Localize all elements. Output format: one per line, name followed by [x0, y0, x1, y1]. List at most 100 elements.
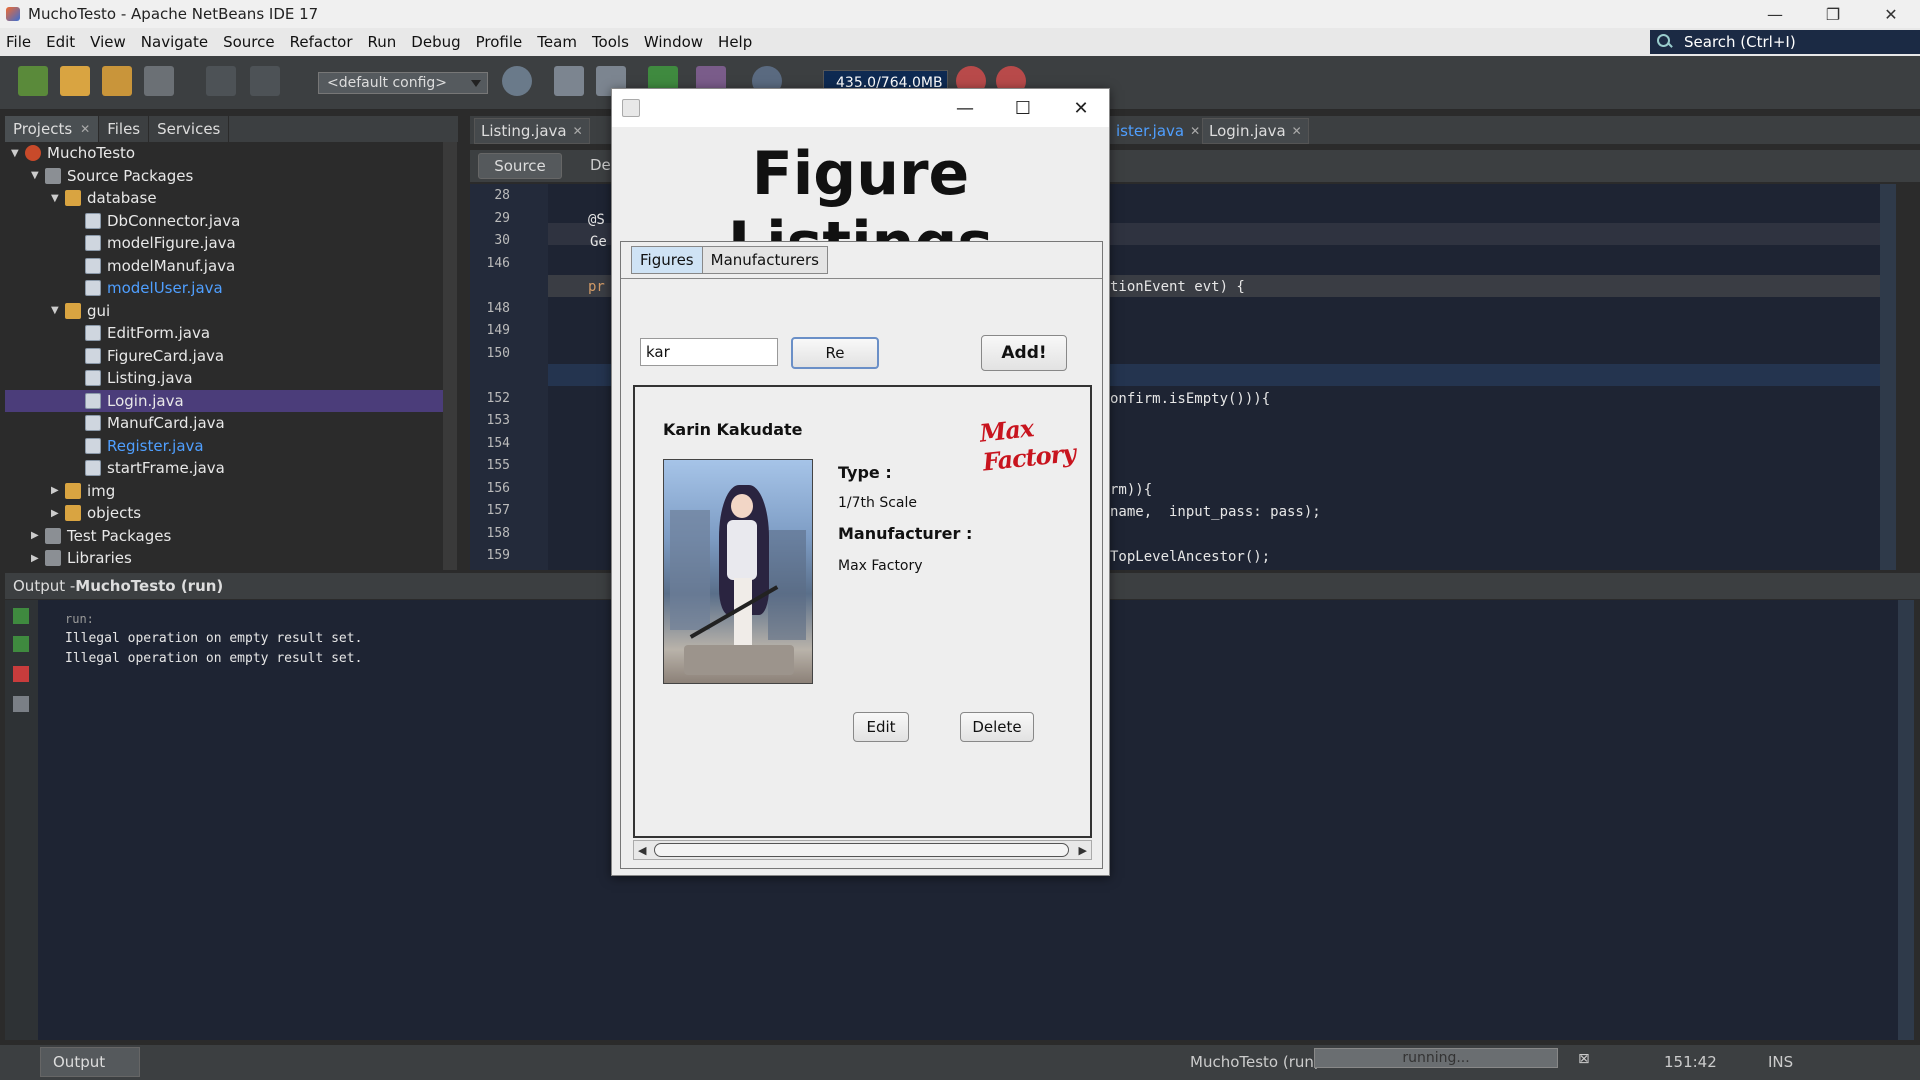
edit-button[interactable]: Edit: [853, 712, 909, 742]
minimize-button[interactable]: —: [1746, 0, 1804, 28]
figure-search-input[interactable]: kar: [640, 338, 778, 366]
tree-item[interactable]: startFrame.java: [5, 457, 443, 479]
menu-refactor[interactable]: Refactor: [284, 33, 362, 51]
type-label: Type :: [838, 463, 892, 482]
open-project-icon[interactable]: [102, 66, 132, 96]
menu-help[interactable]: Help: [712, 33, 761, 51]
code-annotation: @S: [588, 212, 605, 228]
menu-file[interactable]: File: [0, 33, 40, 51]
output-scrollbar[interactable]: [1898, 600, 1914, 1040]
menu-edit[interactable]: Edit: [40, 33, 84, 51]
menu-run[interactable]: Run: [362, 33, 406, 51]
tree-item[interactable]: ManufCard.java: [5, 412, 443, 434]
scrollbar-thumb[interactable]: [654, 843, 1069, 857]
menu-source[interactable]: Source: [217, 33, 284, 51]
design-view-button[interactable]: De: [590, 156, 611, 174]
menu-navigate[interactable]: Navigate: [135, 33, 217, 51]
expanded-triangle-icon[interactable]: ▼: [51, 193, 65, 204]
tree-item[interactable]: ▶ Libraries: [5, 547, 443, 569]
tab-projects[interactable]: Projects ✕: [5, 116, 100, 142]
tab-figures[interactable]: Figures: [631, 246, 703, 274]
redo-icon[interactable]: [250, 66, 280, 96]
close-icon[interactable]: ✕: [1190, 124, 1200, 138]
dialog-close-button[interactable]: ✕: [1066, 93, 1096, 123]
dialog-titlebar: — ☐ ✕: [612, 89, 1109, 127]
tree-item[interactable]: ▼ gui: [5, 300, 443, 322]
rerun-with-options-icon[interactable]: [13, 636, 29, 652]
expanded-triangle-icon[interactable]: ▼: [31, 170, 45, 181]
close-icon[interactable]: ✕: [80, 122, 90, 136]
restore-button[interactable]: ❐: [1804, 0, 1862, 28]
form-icon: [85, 392, 101, 409]
project-tree-scrollbar[interactable]: [443, 142, 457, 570]
tree-item[interactable]: Listing.java: [5, 367, 443, 389]
collapsed-triangle-icon[interactable]: ▶: [51, 508, 65, 519]
add-button[interactable]: Add!: [981, 335, 1067, 371]
tree-item[interactable]: ▼ MuchoTesto: [5, 142, 443, 164]
close-icon[interactable]: ✕: [573, 124, 583, 138]
rerun-icon[interactable]: [13, 608, 29, 624]
globe-icon[interactable]: [502, 66, 532, 96]
horizontal-scrollbar[interactable]: ◀ ▶: [633, 840, 1092, 860]
tree-item-label: gui: [87, 301, 111, 320]
expanded-triangle-icon[interactable]: ▼: [11, 148, 25, 159]
stop-icon[interactable]: [13, 666, 29, 682]
output-window-tab[interactable]: Output: [40, 1047, 140, 1077]
tree-item[interactable]: DbConnector.java: [5, 210, 443, 232]
tree-item[interactable]: EditForm.java: [5, 322, 443, 344]
menu-team[interactable]: Team: [531, 33, 586, 51]
menu-window[interactable]: Window: [638, 33, 712, 51]
tree-item-label: img: [87, 481, 116, 500]
scroll-left-icon[interactable]: ◀: [638, 844, 646, 857]
collapsed-triangle-icon[interactable]: ▶: [31, 553, 45, 564]
settings-icon[interactable]: [13, 696, 29, 712]
tree-item[interactable]: modelUser.java: [5, 277, 443, 299]
tab-files[interactable]: Files: [99, 116, 150, 142]
tree-item[interactable]: ▼ Source Packages: [5, 165, 443, 187]
listing-tabs: Figures Manufacturers: [631, 246, 828, 274]
dialog-maximize-button[interactable]: ☐: [1008, 93, 1038, 123]
new-file-icon[interactable]: [18, 66, 48, 96]
tab-services[interactable]: Services: [149, 116, 230, 142]
figure-card-list: Karin Kakudate Max Factory Type : 1/7th …: [633, 385, 1092, 838]
delete-button[interactable]: Delete: [960, 712, 1034, 742]
build-hammer-icon[interactable]: [554, 66, 584, 96]
scroll-right-icon[interactable]: ▶: [1079, 844, 1087, 857]
editor-scrollbar[interactable]: [1880, 184, 1896, 570]
form-icon: [85, 325, 101, 341]
tree-item[interactable]: Register.java: [5, 435, 443, 457]
quick-search-box[interactable]: Search (Ctrl+I): [1650, 30, 1920, 54]
source-view-button[interactable]: Source: [478, 153, 562, 179]
tree-item[interactable]: modelManuf.java: [5, 255, 443, 277]
menu-view[interactable]: View: [84, 33, 135, 51]
expanded-triangle-icon[interactable]: ▼: [51, 305, 65, 316]
chevron-down-icon: [471, 80, 481, 87]
tab-manufacturers[interactable]: Manufacturers: [701, 246, 828, 274]
save-all-icon[interactable]: [144, 66, 174, 96]
tree-item[interactable]: FigureCard.java: [5, 345, 443, 367]
menu-tools[interactable]: Tools: [586, 33, 638, 51]
dialog-minimize-button[interactable]: —: [950, 93, 980, 123]
close-icon[interactable]: ✕: [1292, 124, 1302, 138]
editor-tab-listing[interactable]: Listing.java ✕: [474, 118, 590, 144]
collapsed-triangle-icon[interactable]: ▶: [51, 485, 65, 496]
tree-item[interactable]: ▶ objects: [5, 502, 443, 524]
menu-profile[interactable]: Profile: [470, 33, 532, 51]
tree-item[interactable]: ▼ database: [5, 187, 443, 209]
window-title: MuchoTesto - Apache NetBeans IDE 17: [28, 5, 319, 23]
tree-item[interactable]: modelFigure.java: [5, 232, 443, 254]
config-select[interactable]: <default config>: [318, 72, 488, 94]
close-button[interactable]: ✕: [1862, 0, 1920, 28]
line-number: 154: [486, 435, 510, 451]
menu-debug[interactable]: Debug: [405, 33, 469, 51]
cancel-icon[interactable]: ⊠: [1578, 1051, 1590, 1067]
refresh-button[interactable]: Re: [791, 337, 879, 369]
tree-item[interactable]: ▶ img: [5, 480, 443, 502]
collapsed-triangle-icon[interactable]: ▶: [31, 530, 45, 541]
editor-tab-register[interactable]: ister.java ✕: [1110, 118, 1206, 144]
tree-item[interactable]: Login.java: [5, 389, 443, 412]
tree-item[interactable]: ▶ Test Packages: [5, 525, 443, 547]
editor-tab-login[interactable]: Login.java ✕: [1202, 118, 1309, 144]
new-project-icon[interactable]: [60, 66, 90, 96]
undo-icon[interactable]: [206, 66, 236, 96]
